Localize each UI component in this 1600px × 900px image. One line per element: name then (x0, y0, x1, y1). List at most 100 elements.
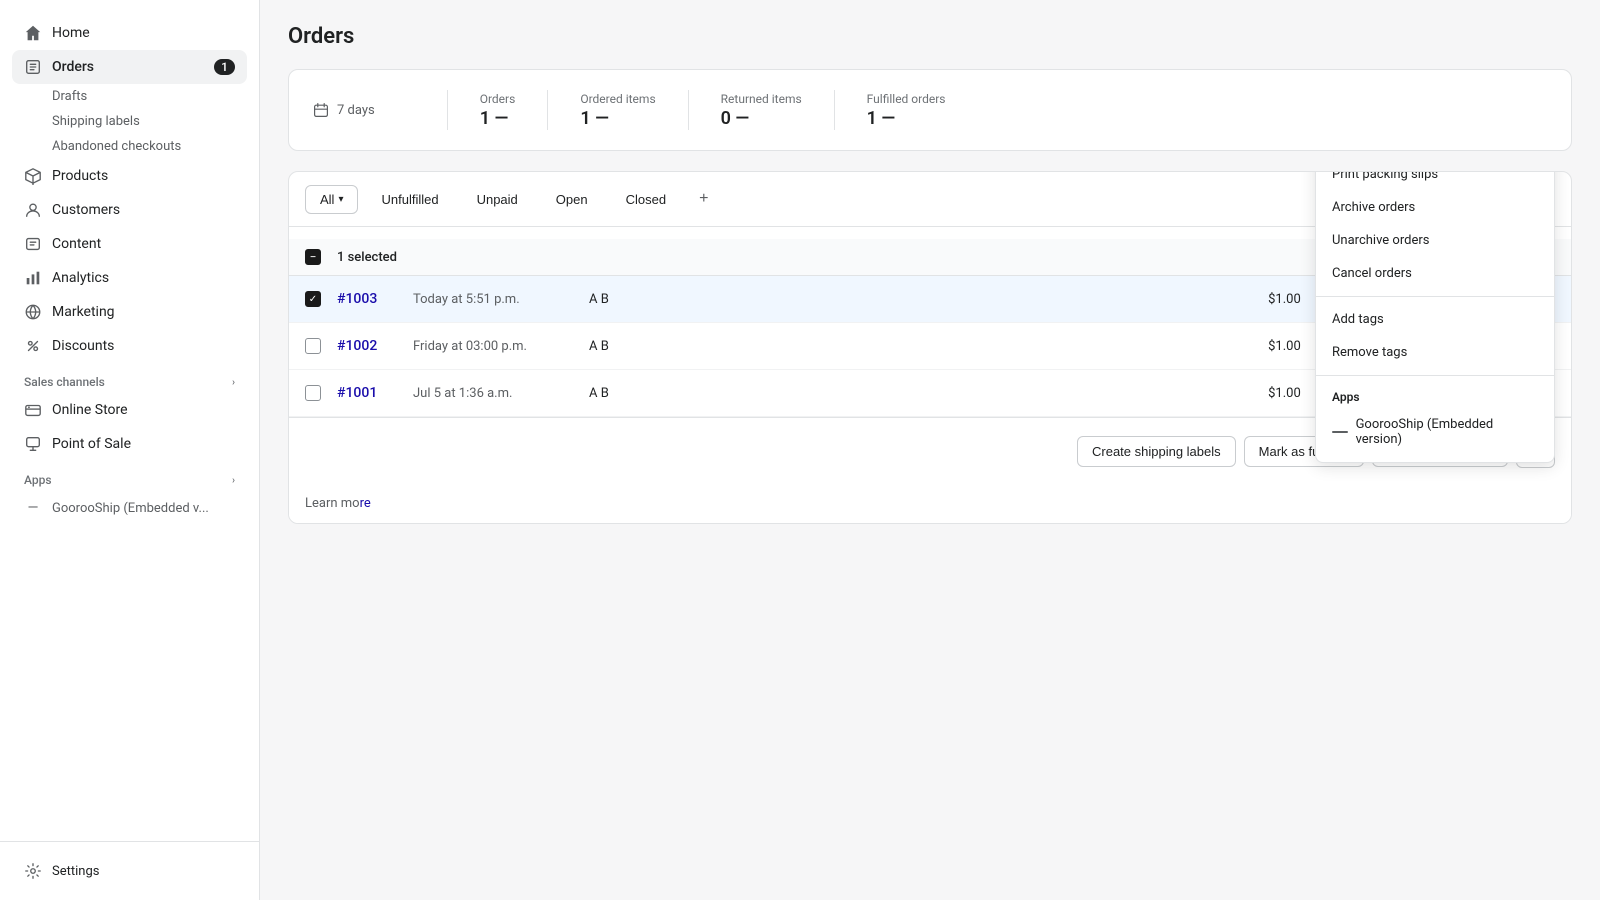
content-icon (24, 235, 42, 253)
orders-table: All ▾ Unfulfilled Unpaid Open Closed + 1… (288, 171, 1572, 524)
apps-section: Apps › (12, 461, 247, 491)
more-actions-dropdown: Request fulfillment Cancel fulfillment r… (1315, 171, 1555, 463)
sales-channels-section: Sales channels › (12, 363, 247, 393)
orders-icon (24, 58, 42, 76)
customers-icon (24, 201, 42, 219)
filter-open-button[interactable]: Open (541, 185, 603, 214)
sidebar-marketing-label: Marketing (52, 304, 115, 320)
dropdown-remove-tags[interactable]: Remove tags (1316, 336, 1554, 369)
filter-all-button[interactable]: All ▾ (305, 185, 358, 214)
sidebar-settings-label: Settings (52, 864, 99, 879)
filter-unpaid-button[interactable]: Unpaid (462, 185, 533, 214)
sidebar-home-label: Home (52, 25, 90, 41)
learn-more-area: Learn more (289, 484, 1571, 523)
row-1-date: Today at 5:51 p.m. (413, 292, 573, 307)
row-3-date: Jul 5 at 1:36 a.m. (413, 386, 573, 401)
main-content: Orders 7 days Orders 1 — Ordered items 1… (260, 0, 1600, 900)
sidebar-item-point-of-sale[interactable]: Point of Sale (12, 427, 247, 461)
sidebar-footer: Settings (0, 841, 259, 900)
dropdown-unarchive-orders[interactable]: Unarchive orders (1316, 224, 1554, 257)
apps-chevron: › (232, 475, 235, 486)
summary-orders: Orders 1 — (480, 92, 516, 129)
summary-divider-1 (447, 90, 448, 130)
summary-ordered-items: Ordered items 1 — (580, 92, 655, 129)
dropdown-divider-2 (1316, 296, 1554, 297)
sidebar-item-marketing[interactable]: Marketing (12, 295, 247, 329)
settings-icon (24, 862, 42, 880)
dropdown-archive-orders[interactable]: Archive orders (1316, 191, 1554, 224)
row-1-customer: A B (589, 292, 669, 307)
row-3-checkbox[interactable] (305, 385, 321, 401)
sidebar-item-drafts[interactable]: Drafts (12, 84, 247, 109)
sidebar-online-store-label: Online Store (52, 402, 128, 418)
sidebar-products-label: Products (52, 168, 108, 184)
summary-fulfilled-orders: Fulfilled orders 1 — (867, 92, 946, 129)
sidebar-analytics-label: Analytics (52, 270, 109, 286)
sidebar-item-online-store[interactable]: Online Store (12, 393, 247, 427)
home-icon (24, 24, 42, 42)
sidebar-item-goorooship[interactable]: — GoorooShip (Embedded v... (12, 491, 247, 525)
sidebar-customers-label: Customers (52, 202, 120, 218)
sidebar-item-abandoned-checkouts[interactable]: Abandoned checkouts (12, 134, 247, 159)
sales-channels-chevron: › (232, 377, 235, 388)
marketing-icon (24, 303, 42, 321)
sidebar-orders-label: Orders (52, 59, 94, 75)
summary-returned-items: Returned items 0 — (721, 92, 802, 129)
select-all-checkbox[interactable] (305, 249, 321, 265)
sidebar-discounts-label: Discounts (52, 338, 114, 354)
sidebar-item-analytics[interactable]: Analytics (12, 261, 247, 295)
sidebar-item-home[interactable]: Home (12, 16, 247, 50)
row-2-total: $1.00 (1231, 339, 1301, 354)
summary-card: 7 days Orders 1 — Ordered items 1 — Retu… (288, 69, 1572, 151)
dropdown-divider-3 (1316, 375, 1554, 376)
page-title: Orders (288, 24, 1572, 49)
dropdown-apps-label: Apps (1316, 382, 1554, 408)
sidebar-goorooship-label: GoorooShip (Embedded v... (52, 501, 209, 516)
row-2-checkbox[interactable] (305, 338, 321, 354)
sidebar-content-label: Content (52, 236, 101, 252)
sidebar-item-settings[interactable]: Settings (12, 854, 247, 888)
orders-badge: 1 (214, 59, 235, 75)
products-icon (24, 167, 42, 185)
discounts-icon (24, 337, 42, 355)
dropdown-print-packing-slips[interactable]: Print packing slips (1316, 171, 1554, 191)
goorooship-app-icon (1332, 431, 1348, 433)
filter-closed-button[interactable]: Closed (611, 185, 681, 214)
dropdown-goorooship-app[interactable]: GoorooShip (Embedded version) (1316, 408, 1554, 456)
selected-count: 1 selected (337, 250, 397, 265)
row-3-order-id: #1001 (337, 385, 397, 401)
sidebar-item-products[interactable]: Products (12, 159, 247, 193)
filter-unfulfilled-button[interactable]: Unfulfilled (366, 185, 453, 214)
sidebar-item-shipping-labels[interactable]: Shipping labels (12, 109, 247, 134)
row-1-checkbox[interactable] (305, 291, 321, 307)
row-2-date: Friday at 03:00 p.m. (413, 339, 573, 354)
online-store-icon (24, 401, 42, 419)
row-1-total: $1.00 (1231, 292, 1301, 307)
point-of-sale-icon (24, 435, 42, 453)
dropdown-add-tags[interactable]: Add tags (1316, 303, 1554, 336)
row-3-total: $1.00 (1231, 386, 1301, 401)
filter-add-button[interactable]: + (689, 184, 718, 214)
goorooship-icon: — (24, 499, 42, 517)
action-area: Create shipping labels Mark as fulfilled… (289, 417, 1571, 523)
summary-divider-2 (547, 90, 548, 130)
row-2-order-id: #1002 (337, 338, 397, 354)
summary-divider-3 (688, 90, 689, 130)
learn-more-link[interactable]: re (360, 496, 371, 511)
sidebar-item-orders[interactable]: Orders 1 (12, 50, 247, 84)
chevron-down-icon: ▾ (338, 194, 343, 205)
calendar-icon (313, 102, 329, 118)
summary-divider-4 (834, 90, 835, 130)
row-2-customer: A B (589, 339, 669, 354)
sidebar-pos-label: Point of Sale (52, 436, 131, 452)
sidebar-item-content[interactable]: Content (12, 227, 247, 261)
sidebar-item-customers[interactable]: Customers (12, 193, 247, 227)
row-1-order-id: #1003 (337, 291, 397, 307)
analytics-icon (24, 269, 42, 287)
dropdown-cancel-orders[interactable]: Cancel orders (1316, 257, 1554, 290)
create-shipping-labels-button[interactable]: Create shipping labels (1077, 436, 1236, 467)
row-3-customer: A B (589, 386, 669, 401)
sidebar: Home Orders 1 Drafts Shipping labels Aba… (0, 0, 260, 900)
summary-period: 7 days (313, 102, 375, 118)
sidebar-item-discounts[interactable]: Discounts (12, 329, 247, 363)
